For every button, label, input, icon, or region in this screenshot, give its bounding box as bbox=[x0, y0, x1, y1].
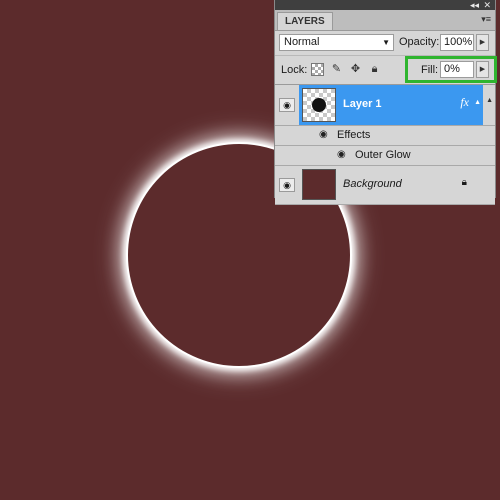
fill-label: Fill: bbox=[421, 64, 439, 76]
fill-slider-arrow-icon[interactable]: ▶ bbox=[476, 61, 489, 78]
layer-name[interactable]: Background bbox=[343, 178, 402, 190]
blend-row: Normal ▼ Opacity: 100% ▶ bbox=[275, 31, 495, 56]
expand-arrow-icon[interactable]: ▲ bbox=[474, 99, 481, 106]
lock-label: Lock: bbox=[281, 64, 308, 76]
eye-icon[interactable]: ◉ bbox=[319, 129, 328, 140]
visibility-eye-icon[interactable]: ◉ bbox=[279, 98, 295, 112]
fill-input[interactable]: 0% bbox=[440, 61, 474, 78]
lock-all-icon[interactable]: 🔒︎ bbox=[368, 63, 381, 76]
lock-transparent-icon[interactable] bbox=[311, 63, 324, 76]
effect-label: Outer Glow bbox=[355, 149, 411, 161]
tab-layers[interactable]: LAYERS bbox=[277, 12, 333, 30]
layer-name[interactable]: Layer 1 bbox=[343, 98, 382, 110]
blend-mode-select[interactable]: Normal ▼ bbox=[279, 34, 394, 51]
chevron-down-icon: ▼ bbox=[382, 38, 390, 47]
fx-icon[interactable]: fx bbox=[460, 95, 469, 110]
opacity-label: Opacity: bbox=[399, 36, 440, 48]
close-icon[interactable]: ✕ bbox=[483, 0, 491, 10]
layer-thumbnail bbox=[302, 88, 336, 122]
scroll-up-icon[interactable]: ▲ bbox=[486, 97, 493, 104]
lock-row: Lock: ✎ ✥ 🔒︎ Fill: 0% ▶ bbox=[275, 56, 497, 85]
layers-panel: ◂◂ ✕ LAYERS ▾≡ Normal ▼ Opacity: 100% ▶ … bbox=[274, 0, 497, 205]
lock-move-icon[interactable]: ✥ bbox=[349, 63, 362, 76]
effect-row-outer-glow[interactable]: ◉ Outer Glow bbox=[275, 146, 495, 166]
effects-label: Effects bbox=[337, 129, 371, 141]
blend-mode-value: Normal bbox=[284, 36, 320, 48]
opacity-input[interactable]: 100% bbox=[440, 34, 474, 51]
panel-menu-icon[interactable]: ▾≡ bbox=[481, 14, 491, 25]
layer-thumbnail bbox=[302, 169, 336, 200]
visibility-eye-icon[interactable]: ◉ bbox=[279, 178, 295, 192]
thumbnail-circle bbox=[312, 98, 326, 112]
opacity-slider-arrow-icon[interactable]: ▶ bbox=[476, 34, 489, 51]
eye-icon[interactable]: ◉ bbox=[337, 149, 346, 160]
lock-icon: 🔒︎ bbox=[461, 177, 467, 188]
panel-tab-row: LAYERS ▾≡ bbox=[275, 10, 495, 31]
lock-brush-icon[interactable]: ✎ bbox=[330, 63, 343, 76]
effects-row[interactable]: ◉ Effects bbox=[275, 126, 495, 146]
layer-row-background[interactable]: ◉ Background 🔒︎ bbox=[275, 166, 495, 205]
double-chevron-icon[interactable]: ◂◂ bbox=[470, 0, 479, 10]
layer-row-layer-1[interactable]: ◉ Layer 1 fx ▲ ▲ bbox=[275, 85, 495, 126]
panel-title-bar[interactable]: ◂◂ ✕ bbox=[275, 0, 495, 10]
